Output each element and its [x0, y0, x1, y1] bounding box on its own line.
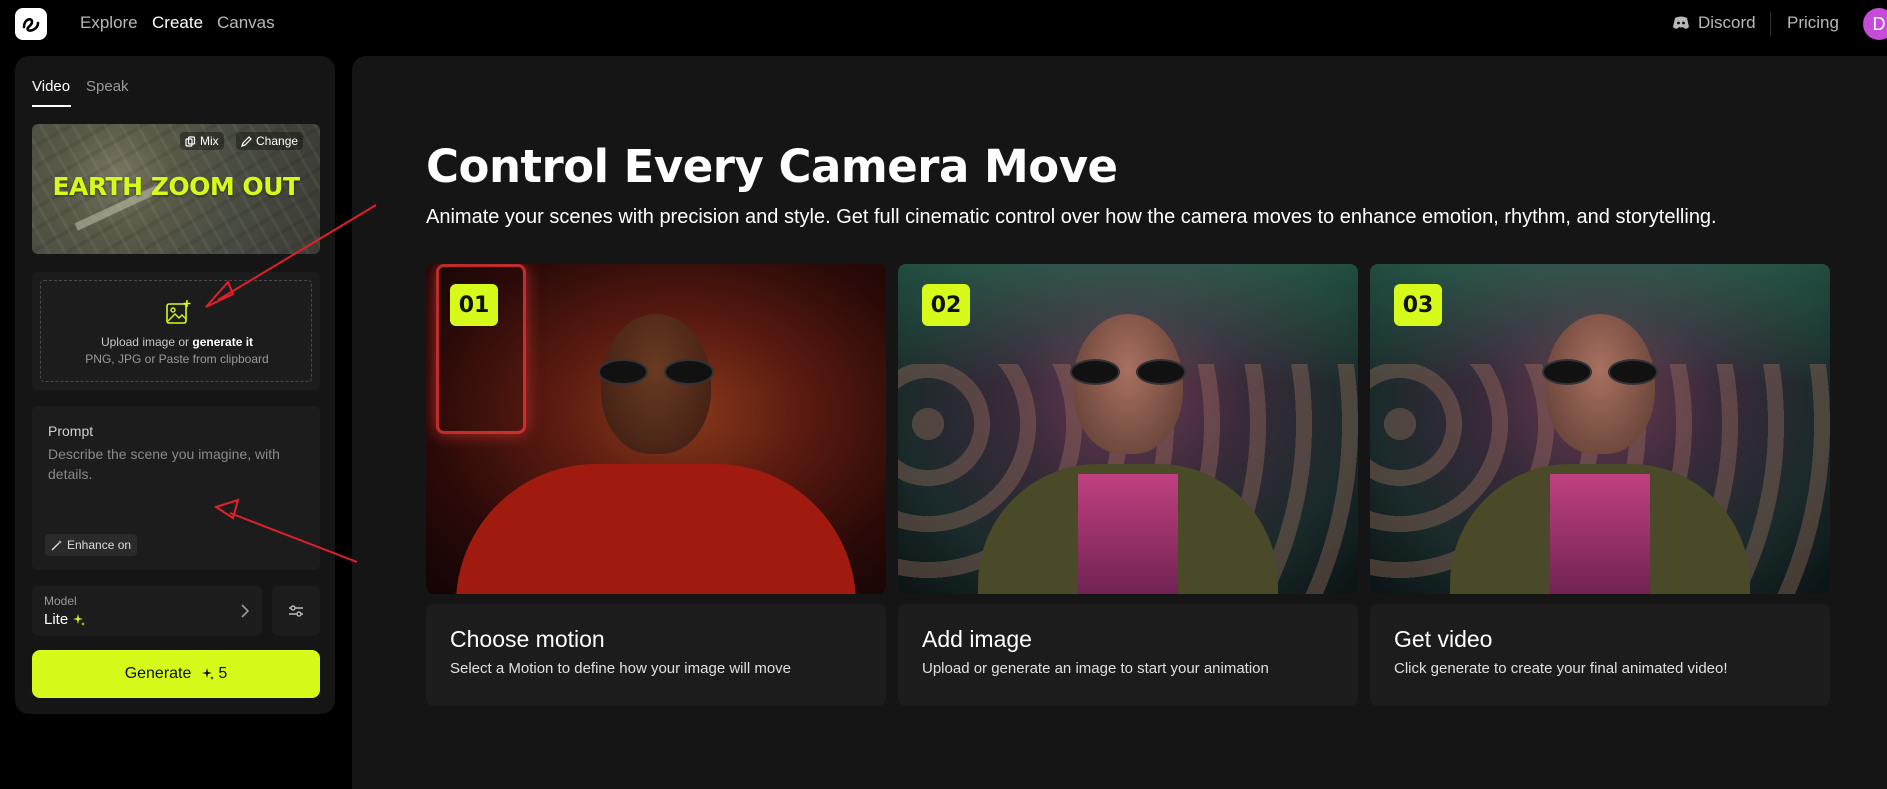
upload-instruction: Upload image or generate it — [41, 335, 313, 349]
main-content: Control Every Camera Move Animate your s… — [352, 56, 1887, 789]
generate-image-link[interactable]: generate it — [192, 335, 253, 349]
pencil-icon — [241, 135, 252, 147]
image-add-icon — [166, 300, 191, 324]
sparkle-icon — [73, 613, 86, 626]
app-logo[interactable] — [15, 8, 47, 40]
figure-shirt — [1550, 474, 1650, 594]
step-3-card: Get video Click generate to create your … — [1370, 604, 1830, 706]
generate-button[interactable]: Generate 5 — [32, 650, 320, 698]
chevron-right-icon — [241, 604, 250, 618]
mix-button[interactable]: Mix — [180, 132, 224, 150]
step-2-card: Add image Upload or generate an image to… — [898, 604, 1358, 706]
sunglasses — [1070, 359, 1186, 385]
upload-prefix: Upload image or — [100, 335, 190, 349]
magic-wand-icon — [51, 540, 62, 551]
page-subheading: Animate your scenes with precision and s… — [426, 206, 1717, 228]
logo-icon — [22, 18, 40, 32]
step-title: Choose motion — [450, 626, 605, 652]
model-selector[interactable]: Model Lite — [32, 586, 262, 636]
credit-cost: 5 — [201, 665, 227, 683]
motion-preview[interactable]: EARTH ZOOM OUT Mix Change — [32, 124, 320, 254]
discord-icon — [1673, 16, 1689, 29]
step-badge: 02 — [922, 284, 970, 326]
active-tab-indicator — [32, 105, 71, 107]
enhance-label: Enhance on — [67, 538, 132, 552]
step-2-image: 02 — [898, 264, 1358, 594]
nav-explore[interactable]: Explore — [80, 13, 138, 33]
prompt-input[interactable] — [48, 444, 304, 504]
mix-label: Mix — [200, 134, 219, 148]
step-1-card: Choose motion Select a Motion to define … — [426, 604, 886, 706]
step-badge: 01 — [450, 284, 498, 326]
step-title: Add image — [922, 626, 1032, 652]
step-1-image: 01 — [426, 264, 886, 594]
step-description: Click generate to create your final anim… — [1394, 660, 1728, 677]
discord-label: Discord — [1698, 13, 1756, 32]
nav-create[interactable]: Create — [152, 13, 203, 33]
discord-link[interactable]: Discord — [1672, 13, 1756, 33]
credit-count: 5 — [218, 665, 228, 682]
image-upload-area: Upload image or generate it PNG, JPG or … — [32, 272, 320, 390]
motion-title: EARTH ZOOM OUT — [52, 172, 300, 201]
tab-speak[interactable]: Speak — [86, 78, 129, 95]
upload-formats: PNG, JPG or Paste from clipboard — [85, 352, 269, 366]
sunglasses — [598, 359, 714, 385]
upload-dropzone[interactable]: Upload image or generate it PNG, JPG or … — [40, 280, 312, 382]
pricing-link[interactable]: Pricing — [1787, 13, 1839, 33]
user-avatar[interactable]: D — [1863, 8, 1887, 40]
prompt-section: Prompt Enhance on — [32, 406, 320, 570]
sparkle-icon — [202, 668, 215, 680]
step-description: Select a Motion to define how your image… — [450, 660, 792, 677]
copy-icon — [185, 135, 196, 147]
page-headline: Control Every Camera Move — [426, 140, 1118, 193]
prompt-label: Prompt — [48, 423, 94, 439]
step-badge: 03 — [1394, 284, 1442, 326]
change-label: Change — [256, 134, 299, 148]
nav-divider — [1770, 12, 1771, 36]
figure-jacket — [456, 464, 856, 594]
step-3-image: 03 — [1370, 264, 1830, 594]
generate-label: Generate — [124, 665, 192, 682]
change-button[interactable]: Change — [236, 132, 304, 150]
settings-button[interactable] — [272, 586, 320, 636]
tab-video[interactable]: Video — [32, 78, 70, 95]
sliders-icon — [289, 605, 303, 617]
figure-shirt — [1078, 474, 1178, 594]
model-value-row: Lite — [44, 611, 86, 628]
step-title: Get video — [1394, 626, 1493, 652]
step-description: Upload or generate an image to start you… — [922, 660, 1269, 677]
enhance-toggle[interactable]: Enhance on — [45, 534, 138, 556]
top-navigation: Explore Create Canvas Discord Pricing D — [0, 0, 1887, 48]
sunglasses — [1542, 359, 1658, 385]
nav-canvas[interactable]: Canvas — [217, 13, 275, 33]
create-panel: Video Speak EARTH ZOOM OUT Mix Change Up… — [15, 56, 335, 714]
model-label: Model — [44, 594, 77, 608]
model-value: Lite — [44, 611, 69, 628]
